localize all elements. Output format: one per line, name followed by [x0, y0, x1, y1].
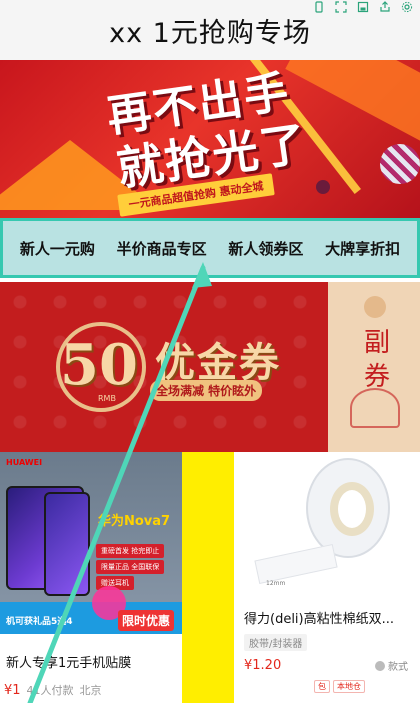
promo-tag: 重磅首发 抢完即止 — [96, 544, 165, 558]
product-price: ¥1.20 — [244, 658, 282, 673]
category-new-user-one-yuan[interactable]: 新人一元购 — [20, 238, 95, 259]
settings-icon[interactable] — [398, 0, 416, 14]
coupon-side[interactable]: 副券 — [328, 282, 420, 452]
side-coupon-label: 副券 — [364, 328, 391, 392]
product-price: ¥1 — [4, 683, 21, 698]
page-title: xx 1元抢购专场 — [109, 17, 311, 49]
app-page: xx 1元抢购专场 再不出手 就抢光了 一元商品超值抢购 惠动全城 新人一元购 — [0, 0, 420, 703]
tape-strip — [254, 543, 338, 585]
share-icon[interactable] — [376, 0, 394, 14]
phone-device — [44, 492, 90, 596]
badge: 包 — [314, 680, 330, 693]
product-grid: HUAWEI 华为Nova7 重磅首发 抢完即止 限量正品 全国联保 赠送耳机 … — [0, 452, 420, 703]
phone-icon[interactable] — [310, 0, 328, 14]
ball-decoration — [316, 180, 330, 194]
category-new-user-coupons[interactable]: 新人领券区 — [228, 238, 303, 259]
brand-logo: HUAWEI — [6, 458, 43, 467]
category-nav: 新人一元购 半价商品专区 新人领券区 大牌享折扣 — [0, 218, 420, 278]
category-brand-discount[interactable]: 大牌享折扣 — [325, 238, 400, 259]
product-card[interactable]: HUAWEI 华为Nova7 重磅首发 抢完即止 限量正品 全国联保 赠送耳机 … — [0, 452, 182, 703]
product-image: 12mm — [234, 452, 420, 602]
product-image: HUAWEI 华为Nova7 重磅首发 抢完即止 限量正品 全国联保 赠送耳机 … — [0, 452, 182, 634]
top-toolbar — [310, 0, 420, 14]
product-location: 北京 — [79, 684, 102, 697]
product-model: 华为Nova7 — [98, 514, 171, 529]
product-name[interactable]: 得力(deli)高粘性棉纸双... — [244, 608, 414, 627]
product-badges: 包 本地仓 — [314, 680, 365, 693]
style-selector[interactable]: 款式 — [375, 658, 408, 673]
limit-badge: 限时优惠 — [118, 610, 175, 631]
style-label: 款式 — [388, 662, 408, 673]
gift-text: 机可获礼品5选4 — [6, 617, 73, 627]
gift-icon — [350, 388, 400, 428]
product-card[interactable]: 12mm 得力(deli)高粘性棉纸双... 胶带/封装器 ¥1.20 款式 包… — [234, 452, 420, 703]
product-meta: ¥1 41人付款 北京 — [4, 682, 102, 698]
coupon-main: 50 RMB 优金券 全场满减 特价眩外 — [0, 282, 328, 452]
tape-measure: 12mm — [266, 580, 286, 587]
promo-banner[interactable]: 再不出手 就抢光了 一元商品超值抢购 惠动全城 — [0, 60, 420, 218]
product-category: 胶带/封装器 — [244, 634, 308, 651]
style-icon — [375, 660, 385, 671]
coupon-amount: 50 — [60, 332, 138, 398]
save-icon[interactable] — [354, 0, 372, 14]
promo-tag: 限量正品 全国联保 — [96, 560, 165, 574]
expand-icon[interactable] — [332, 0, 350, 14]
avatar-icon — [364, 296, 386, 318]
yellow-divider — [182, 452, 234, 703]
product-name[interactable]: 新人专享1元手机贴膜 — [6, 652, 131, 671]
category-half-price[interactable]: 半价商品专区 — [117, 238, 207, 259]
coupon-pill: 全场满减 特价眩外 — [150, 380, 263, 401]
coupon-currency: RMB — [98, 394, 116, 403]
tape-core — [330, 482, 374, 536]
ball-decoration — [380, 144, 420, 184]
product-payers: 41人付款 — [26, 684, 74, 697]
badge: 本地仓 — [333, 680, 365, 693]
coupon-banner[interactable]: 50 RMB 优金券 全场满减 特价眩外 副券 — [0, 282, 420, 452]
